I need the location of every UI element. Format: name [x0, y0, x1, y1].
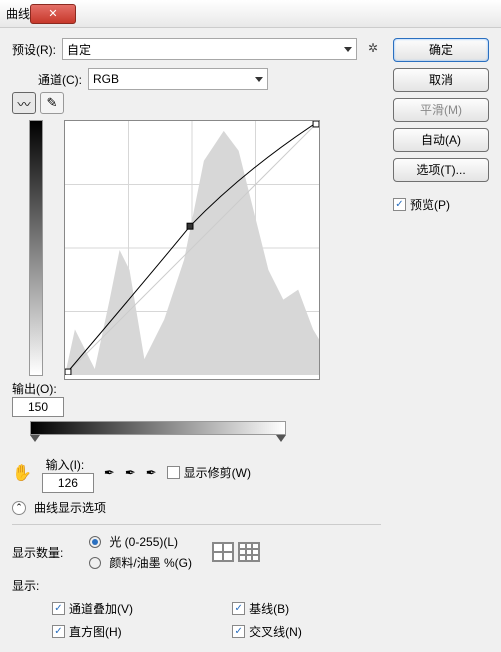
input-row: ✋ 输入(I): 126 ✒ ✒ ✒ 显示修剪(W) [12, 452, 381, 493]
chevron-down-icon [344, 47, 352, 52]
checkbox-icon [52, 625, 65, 638]
expander-row[interactable]: ⌃ 曲线显示选项 [12, 499, 381, 516]
right-column: 确定 取消 平滑(M) 自动(A) 选项(T)... 预览(P) [393, 38, 489, 640]
preview-label: 预览(P) [410, 196, 450, 213]
expander-label: 曲线显示选项 [34, 499, 106, 516]
checkbox-icon [232, 625, 245, 638]
show-clipping-check[interactable]: 显示修剪(W) [167, 464, 251, 481]
amount-row: 显示数量: 光 (0-255)(L) 颜料/油墨 %(G) [12, 533, 381, 571]
preset-label: 预设(R): [12, 41, 56, 58]
curve-tool-icons: 〰 ✎ [12, 92, 381, 114]
checkbox-icon [393, 198, 406, 211]
eyedropper-white-icon[interactable]: ✒ [146, 465, 157, 481]
overlay-label: 通道叠加(V) [69, 600, 133, 617]
shadow-slider[interactable] [30, 435, 40, 442]
radio-icon [89, 536, 101, 548]
output-block: 输出(O): 150 [12, 380, 64, 417]
preview-check[interactable]: 预览(P) [393, 196, 489, 213]
close-button[interactable]: ✕ [30, 4, 76, 24]
titlebar: 曲线 ✕ [0, 0, 501, 28]
channel-select[interactable]: RGB [88, 68, 268, 90]
show-clipping-label: 显示修剪(W) [184, 464, 251, 481]
light-label: 光 (0-255)(L) [109, 533, 178, 550]
y-gradient [29, 120, 43, 376]
pigment-label: 颜料/油墨 %(G) [109, 554, 192, 571]
eyedropper-gray-icon[interactable]: ✒ [125, 465, 136, 481]
highlight-slider[interactable] [276, 435, 286, 442]
intersection-label: 交叉线(N) [249, 623, 302, 640]
left-column: 预设(R): 自定 ✲ 通道(C): RGB 〰 ✎ 输出(O): 15 [12, 38, 381, 640]
grid-4-icon[interactable] [212, 542, 234, 562]
curve-container: 输出(O): 150 [12, 116, 381, 417]
divider [12, 524, 381, 525]
auto-button[interactable]: 自动(A) [393, 128, 489, 152]
grid-9-icon[interactable] [238, 542, 260, 562]
options-button[interactable]: 选项(T)... [393, 158, 489, 182]
curve-graph[interactable] [64, 120, 320, 380]
checkbox-icon [167, 466, 180, 479]
x-gradient [30, 421, 286, 435]
preset-value: 自定 [67, 41, 91, 58]
channel-value: RGB [93, 72, 119, 86]
channel-label: 通道(C): [38, 71, 82, 88]
input-label: 输入(I): [46, 456, 85, 473]
show-checks: 通道叠加(V) 基线(B) 直方图(H) 交叉线(N) [52, 600, 381, 640]
grid-density-icons [212, 542, 260, 562]
smooth-button[interactable]: 平滑(M) [393, 98, 489, 122]
checkbox-icon [52, 602, 65, 615]
overlay-check[interactable]: 通道叠加(V) [52, 600, 212, 617]
show-label: 显示: [12, 577, 39, 594]
ok-button[interactable]: 确定 [393, 38, 489, 62]
baseline-label: 基线(B) [249, 600, 289, 617]
preset-select[interactable]: 自定 [62, 38, 357, 60]
cancel-button[interactable]: 取消 [393, 68, 489, 92]
gear-icon[interactable]: ✲ [365, 41, 381, 57]
show-row: 显示: [12, 577, 381, 594]
amount-options: 光 (0-255)(L) 颜料/油墨 %(G) [89, 533, 192, 571]
title-text: 曲线 [6, 5, 30, 22]
dialog-body: 预设(R): 自定 ✲ 通道(C): RGB 〰 ✎ 输出(O): 15 [0, 28, 501, 652]
baseline-check[interactable]: 基线(B) [232, 600, 381, 617]
input-field[interactable]: 126 [42, 473, 94, 493]
curve-point-tool[interactable]: 〰 [12, 92, 36, 114]
chevron-down-icon [255, 77, 263, 82]
radio-icon [89, 557, 101, 569]
histogram-check[interactable]: 直方图(H) [52, 623, 212, 640]
curve-draw-tool[interactable]: ✎ [40, 92, 64, 114]
slider-triangles [30, 435, 286, 442]
output-label: 输出(O): [12, 380, 57, 397]
amount-label: 显示数量: [12, 544, 63, 561]
output-field[interactable]: 150 [12, 397, 64, 417]
pigment-option[interactable]: 颜料/油墨 %(G) [89, 554, 192, 571]
preset-row: 预设(R): 自定 ✲ [12, 38, 381, 60]
expander-icon: ⌃ [12, 501, 26, 515]
intersection-check[interactable]: 交叉线(N) [232, 623, 381, 640]
hand-tool-icon[interactable]: ✋ [12, 463, 32, 483]
histogram-label: 直方图(H) [69, 623, 122, 640]
channel-row: 通道(C): RGB [38, 68, 381, 90]
light-option[interactable]: 光 (0-255)(L) [89, 533, 192, 550]
checkbox-icon [232, 602, 245, 615]
eyedropper-black-icon[interactable]: ✒ [104, 465, 115, 481]
